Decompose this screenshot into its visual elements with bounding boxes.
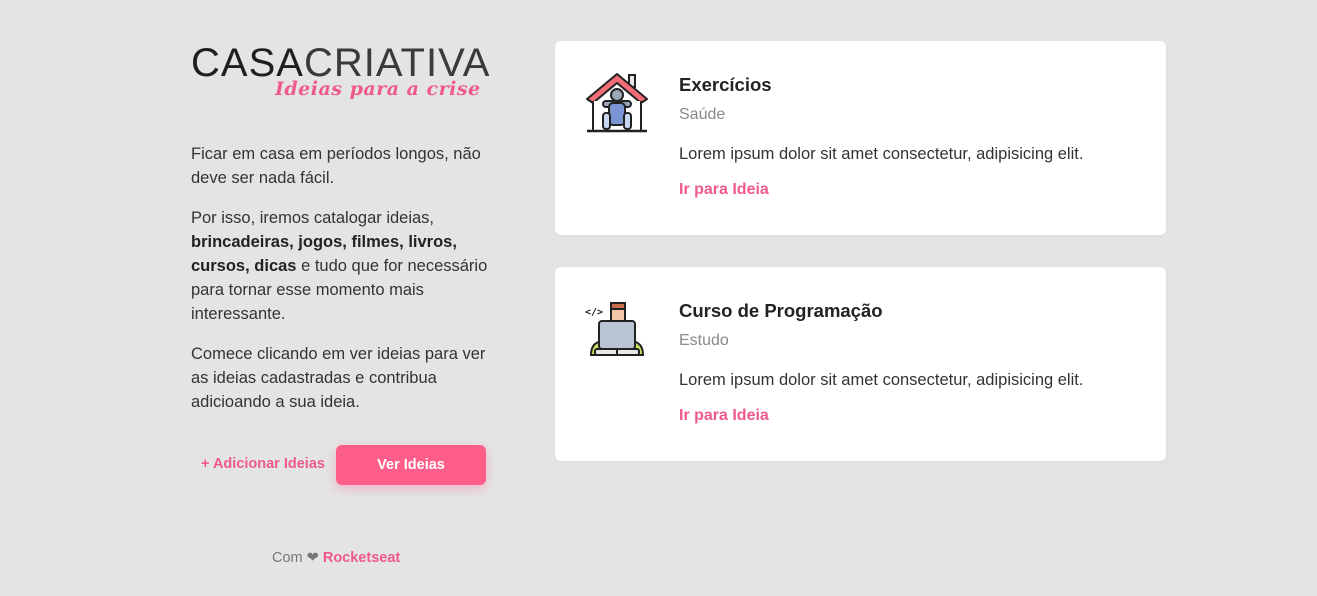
idea-category: Saúde (679, 106, 726, 123)
footer-prefix: Com (272, 550, 303, 566)
go-to-idea-link[interactable]: Ir para Ideia (679, 181, 769, 199)
programmer-icon: </> (585, 297, 649, 361)
heart-icon: ❤ (306, 550, 319, 566)
intro-paragraph-2: Por isso, iremos catalogar ideias, brinc… (191, 206, 501, 326)
idea-category: Estudo (679, 332, 729, 349)
idea-card: </> Curso de Programação Estudo Lorem ip… (555, 267, 1166, 461)
svg-text:</>: </> (585, 307, 603, 318)
add-idea-link[interactable]: + Adicionar Ideias (201, 456, 325, 472)
idea-card-body: Exercícios Saúde Lorem ipsum dolor sit a… (679, 71, 1159, 199)
go-to-idea-link[interactable]: Ir para Ideia (679, 407, 769, 425)
logo: CASACRIATIVA Ideias para a crise (191, 40, 491, 110)
footer-brand: Rocketseat (322, 550, 401, 566)
intro-paragraph-3: Comece clicando em ver ideias para ver a… (191, 345, 486, 411)
intro-column: CASACRIATIVA Ideias para a crise Ficar e… (191, 40, 491, 566)
home-exercise-icon (585, 71, 649, 135)
see-ideas-button[interactable]: Ver Ideias (336, 445, 486, 485)
idea-description: Lorem ipsum dolor sit amet consectetur, … (679, 371, 1084, 389)
idea-title: Exercícios (679, 74, 772, 95)
actions: + Adicionar Ideias Ver Ideias (191, 445, 491, 485)
intro-paragraph-1: Ficar em casa em períodos longos, não de… (191, 145, 481, 187)
intro-text: Ficar em casa em períodos longos, não de… (191, 142, 501, 430)
idea-card: Exercícios Saúde Lorem ipsum dolor sit a… (555, 41, 1166, 235)
footer: Com ❤ Rocketseat (272, 550, 400, 566)
logo-tagline: Ideias para a crise (275, 78, 481, 100)
intro-p2-prefix: Por isso, iremos catalogar ideias, (191, 209, 435, 227)
idea-title: Curso de Programação (679, 300, 883, 321)
idea-card-body: Curso de Programação Estudo Lorem ipsum … (679, 297, 1159, 425)
idea-description: Lorem ipsum dolor sit amet consectetur, … (679, 145, 1084, 163)
